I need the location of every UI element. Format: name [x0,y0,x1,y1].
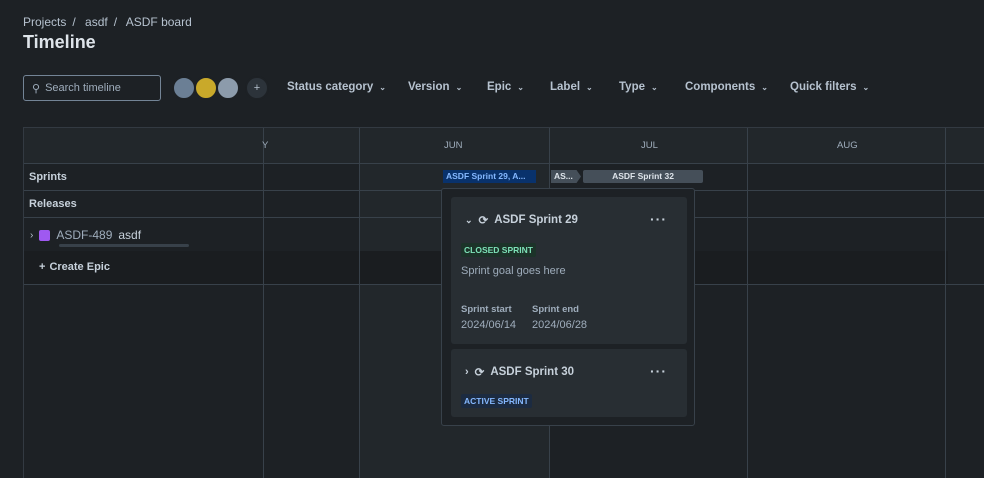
filter-type[interactable]: Type ⌄ [619,81,658,93]
plus-icon: + [39,261,46,273]
status-badge: CLOSED SPRINT [461,243,536,257]
sprint-name: ASDF Sprint 29 [494,214,578,226]
filter-version[interactable]: Version ⌄ [408,81,462,93]
filter-label[interactable]: Label ⌄ [550,81,593,93]
month-jul: JUL [641,140,658,151]
sprint-popup: ⌄ ⟳ ASDF Sprint 29 ··· CLOSED SPRINT Sprin… [441,188,695,426]
sprint-name: ASDF Sprint 30 [490,366,575,378]
month-may: Y [262,140,269,151]
add-people-button[interactable]: + [245,76,269,100]
breadcrumb-project[interactable]: asdf [85,15,108,29]
sprint-end-label: Sprint end [532,304,579,315]
chevron-down-icon: ⌄ [761,82,768,92]
breadcrumb-projects[interactable]: Projects [23,15,66,29]
epic-icon [39,229,51,241]
sprint-icon: ⟳ [474,367,485,379]
sprint-start-date: 2024/06/14 [461,319,517,331]
chevron-down-icon: ⌄ [862,82,870,92]
month-aug: AUG [837,140,858,151]
filter-epic[interactable]: Epic ⌄ [487,81,524,93]
sprint-bar-29[interactable]: ASDF Sprint 29, A... [443,170,536,183]
create-epic-button[interactable]: + Create Epic [39,261,110,273]
breadcrumb: Projects / asdf / ASDF board [23,15,192,29]
sprint-bar-32[interactable]: ASDF Sprint 32 [583,170,703,183]
chevron-down-icon: ⌄ [455,82,463,92]
chevron-down-icon: ⌄ [651,82,658,92]
search-icon: ⚲ [32,82,41,95]
chevron-down-icon: ⌄ [586,82,593,92]
releases-row-label: Releases [29,198,77,210]
search-input[interactable]: ⚲ Search timeline [23,75,161,101]
sprint-end-date: 2024/06/28 [532,319,588,331]
avatar[interactable] [194,76,218,100]
chevron-down-icon: ⌄ [379,82,386,92]
sprints-row-label: Sprints [29,171,67,183]
expand-chevron-icon[interactable]: › [30,230,33,241]
chevron-down-icon: ⌄ [517,82,524,92]
sprint-bar-30[interactable]: AS... [551,170,581,183]
page-title: Timeline [23,32,96,52]
chevron-down-icon[interactable]: ⌄ [465,215,473,226]
sprint-icon: ⟳ [478,215,489,227]
epic-row[interactable]: › ASDF-489 asdf [30,228,141,242]
more-actions-icon[interactable]: ··· [650,363,667,379]
sprint-start-label: Sprint start [461,304,512,315]
status-badge: ACTIVE SPRINT [461,394,532,408]
filter-quick-filters[interactable]: Quick filters ⌄ [790,81,869,93]
sprint-card: › ⟳ ASDF Sprint 30 ··· ACTIVE SPRINT [451,349,687,417]
avatar[interactable] [216,76,240,100]
sprint-goal: Sprint goal goes here [461,265,566,277]
more-actions-icon[interactable]: ··· [650,211,667,227]
epic-key[interactable]: ASDF-489 [56,228,112,242]
avatar[interactable] [172,76,196,100]
filter-status-category[interactable]: Status category ⌄ [287,81,386,93]
epic-progress-bar [59,244,189,247]
breadcrumb-board[interactable]: ASDF board [126,15,192,29]
month-jun: JUN [444,140,463,151]
filter-components[interactable]: Components ⌄ [685,81,768,93]
sprint-card: ⌄ ⟳ ASDF Sprint 29 ··· CLOSED SPRINT Sprin… [451,197,687,344]
chevron-right-icon[interactable]: › [465,366,469,378]
epic-summary: asdf [118,228,142,242]
